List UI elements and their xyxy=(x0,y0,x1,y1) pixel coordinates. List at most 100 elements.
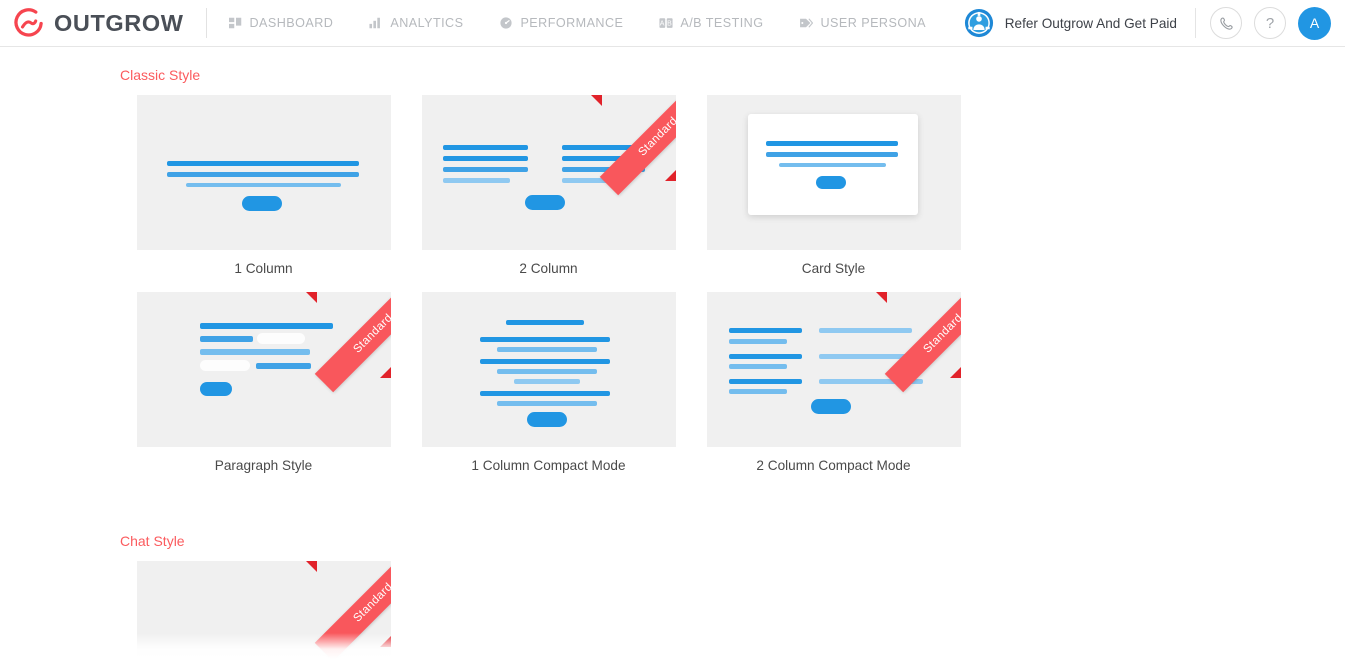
speedometer-icon xyxy=(500,17,513,29)
nav-item-user-persona[interactable]: USER PERSONA xyxy=(781,0,943,47)
nav-label-user-persona: USER PERSONA xyxy=(820,16,926,30)
mock-bar xyxy=(442,167,528,172)
tile-label: Paragraph Style xyxy=(214,458,313,473)
outgrow-logo-icon xyxy=(14,7,43,37)
template-tile-1-column[interactable]: 1 Column xyxy=(121,95,406,276)
thumbnail-1-column[interactable] xyxy=(136,95,391,250)
mock-bar xyxy=(479,337,610,342)
mock-bar xyxy=(818,354,923,359)
navbar-right-group: Refer Outgrow And Get Paid ? A xyxy=(964,6,1331,40)
template-tile-card-style[interactable]: Card Style xyxy=(691,95,976,276)
mock-bar xyxy=(561,178,628,183)
thumbnail-paragraph-style[interactable]: Standard + xyxy=(136,292,391,447)
mock-inner-card xyxy=(747,114,918,215)
mock-bar xyxy=(442,178,510,183)
template-tile-paragraph-style[interactable]: Standard + Paragraph Style xyxy=(121,292,406,473)
thumb-canvas xyxy=(136,95,391,250)
thumbnail-2-column-compact[interactable]: Standard + xyxy=(706,292,961,447)
thumbnail-chat-style[interactable]: Standard + xyxy=(136,561,391,659)
thumb-canvas xyxy=(421,292,676,447)
thumb-canvas xyxy=(421,95,676,250)
mock-bar xyxy=(728,379,802,384)
nav-divider xyxy=(205,8,207,38)
template-tile-2-column-compact[interactable]: Standard + 2 Column Compact Mode xyxy=(691,292,976,473)
mock-bar xyxy=(561,167,645,172)
thumb-canvas xyxy=(136,292,391,447)
mock-bar xyxy=(479,391,610,396)
refer-outgrow-button[interactable]: Refer Outgrow And Get Paid xyxy=(964,8,1193,38)
chat-style-grid: Standard + xyxy=(0,549,1250,659)
mock-bar xyxy=(442,156,528,161)
mock-button xyxy=(526,412,567,427)
tag-icon xyxy=(800,18,814,28)
section-title-chat-style: Chat Style xyxy=(120,533,185,549)
mock-input-pill xyxy=(199,360,250,371)
brand-name: OUTGROW xyxy=(54,9,184,36)
mock-button xyxy=(810,399,851,414)
mock-button xyxy=(199,382,232,396)
mock-bar xyxy=(778,163,886,167)
nav-label-performance: PERFORMANCE xyxy=(520,16,624,30)
help-button[interactable]: ? xyxy=(1254,7,1286,39)
thumbnail-1-column-compact[interactable] xyxy=(421,292,676,447)
nav-item-ab-testing[interactable]: A B A/B TESTING xyxy=(641,0,781,47)
thumbnail-card-style[interactable] xyxy=(706,95,961,250)
dashboard-grid-icon xyxy=(228,17,241,29)
avatar[interactable]: A xyxy=(1298,6,1331,40)
phone-icon xyxy=(1219,17,1233,30)
tile-label: 2 Column Compact Mode xyxy=(756,458,911,473)
bar-chart-icon xyxy=(369,17,381,29)
section-title-classic-style: Classic Style xyxy=(120,67,201,83)
brand-logo[interactable]: OUTGROW xyxy=(14,7,206,39)
nav-item-analytics[interactable]: ANALYTICS xyxy=(351,0,481,47)
mock-bar xyxy=(818,379,923,384)
mock-bar xyxy=(728,328,802,333)
nav-label-dashboard: DASHBOARD xyxy=(249,16,334,30)
mock-bar xyxy=(561,145,645,150)
template-tile-2-column[interactable]: Standard + 2 Column xyxy=(406,95,691,276)
template-tile-1-column-compact[interactable]: 1 Column Compact Mode xyxy=(406,292,691,473)
thumb-canvas xyxy=(136,561,391,659)
tile-label: 1 Column xyxy=(234,261,293,276)
template-tile-chat-style[interactable]: Standard + xyxy=(121,561,406,659)
mock-bar xyxy=(255,363,311,369)
tile-label: 2 Column xyxy=(519,261,578,276)
phone-button[interactable] xyxy=(1210,7,1242,39)
nav-label-ab-testing: A/B TESTING xyxy=(680,16,764,30)
nav-item-performance[interactable]: PERFORMANCE xyxy=(481,0,641,47)
mock-bar xyxy=(505,320,584,325)
mock-input-pill xyxy=(256,333,305,344)
content-area: Classic Style 1 Column Standard 2 Column… xyxy=(0,47,1345,659)
mock-button xyxy=(815,176,846,189)
thumb-canvas xyxy=(706,292,961,447)
right-divider xyxy=(1195,8,1196,38)
mock-bar xyxy=(185,183,341,187)
mock-bar xyxy=(199,323,333,329)
thumbnail-2-column[interactable]: Standard + xyxy=(421,95,676,250)
mock-bar xyxy=(728,364,787,369)
tile-label: Card Style xyxy=(801,261,866,276)
mock-bar xyxy=(199,349,310,355)
mock-bar xyxy=(728,354,802,359)
mock-bar xyxy=(728,339,787,344)
mock-bar xyxy=(728,389,787,394)
mock-bar xyxy=(166,172,359,177)
mock-button xyxy=(241,196,282,211)
mock-bar xyxy=(513,379,580,384)
svg-text:B: B xyxy=(668,21,673,28)
question-mark-icon: ? xyxy=(1265,14,1275,32)
mock-bar xyxy=(442,145,528,150)
mock-bar xyxy=(818,328,912,333)
mock-button xyxy=(524,195,565,210)
refer-label: Refer Outgrow And Get Paid xyxy=(1004,15,1177,31)
classic-style-grid: 1 Column Standard 2 Column Card Style St… xyxy=(0,83,1250,489)
mock-bar xyxy=(496,401,597,406)
refer-person-badge-icon xyxy=(964,8,993,38)
ab-split-icon: A B xyxy=(659,18,673,28)
thumb-canvas xyxy=(706,95,961,250)
mock-bar xyxy=(765,141,898,146)
mock-bar xyxy=(496,347,597,352)
mock-bar xyxy=(199,336,253,342)
nav-item-dashboard[interactable]: DASHBOARD xyxy=(211,0,352,47)
top-navbar: OUTGROW DASHBOARD ANALYTICS PERFORMANCE … xyxy=(0,0,1345,47)
